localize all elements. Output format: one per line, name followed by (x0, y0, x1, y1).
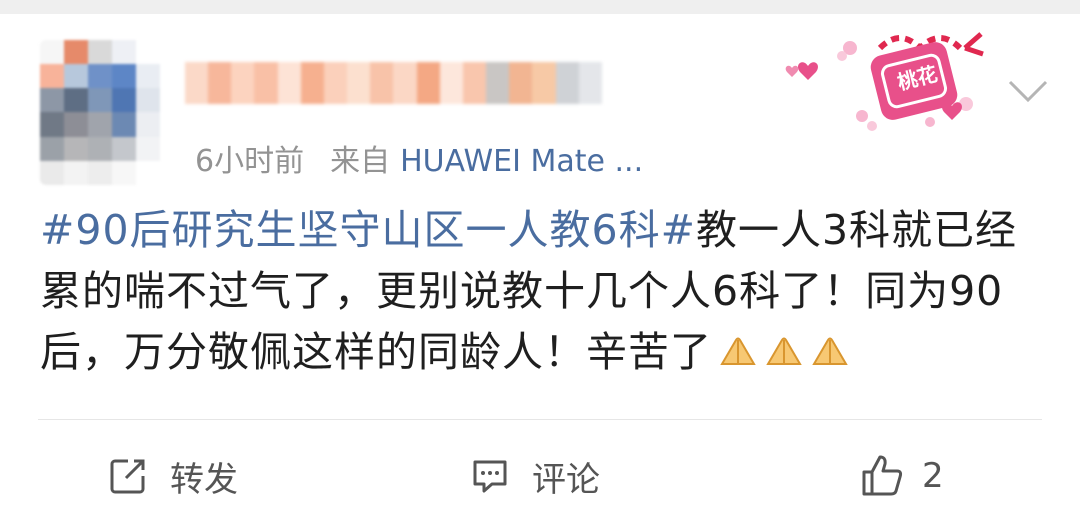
divider (38, 419, 1042, 420)
hashtag-link[interactable]: #90后研究生坚守山区一人教6科# (40, 206, 696, 254)
praise-hands-icon (720, 337, 756, 365)
like-count: 2 (922, 456, 944, 496)
peach-blossom-badge-icon: 桃花 (785, 32, 984, 131)
chevron-down-icon[interactable] (1006, 76, 1050, 106)
comment-button[interactable]: 评论 (470, 450, 600, 502)
forward-icon (110, 459, 145, 494)
source-prefix: 来自 (330, 144, 391, 179)
praise-hands-icon (812, 337, 848, 365)
comment-icon (473, 460, 507, 493)
like-icon (862, 455, 903, 496)
post-meta: 6小时前 来自 HUAWEI Mate ... (195, 136, 643, 180)
top-separator (0, 0, 1080, 14)
comment-label: 评论 (532, 459, 600, 500)
like-button[interactable]: 2 (858, 450, 944, 502)
post-content: #90后研究生坚守山区一人教6科#教一人3科就已经累的喘不过气了，更别说教十几个… (40, 200, 1050, 383)
post-time: 6小时前 (195, 144, 305, 179)
forward-label: 转发 (170, 459, 238, 500)
username-redacted[interactable] (185, 62, 625, 104)
avatar[interactable] (40, 40, 160, 185)
praise-hands-icon (766, 337, 802, 365)
forward-button[interactable]: 转发 (108, 450, 238, 502)
device-link[interactable]: HUAWEI Mate ... (400, 144, 643, 179)
praise-emojis (718, 334, 850, 370)
